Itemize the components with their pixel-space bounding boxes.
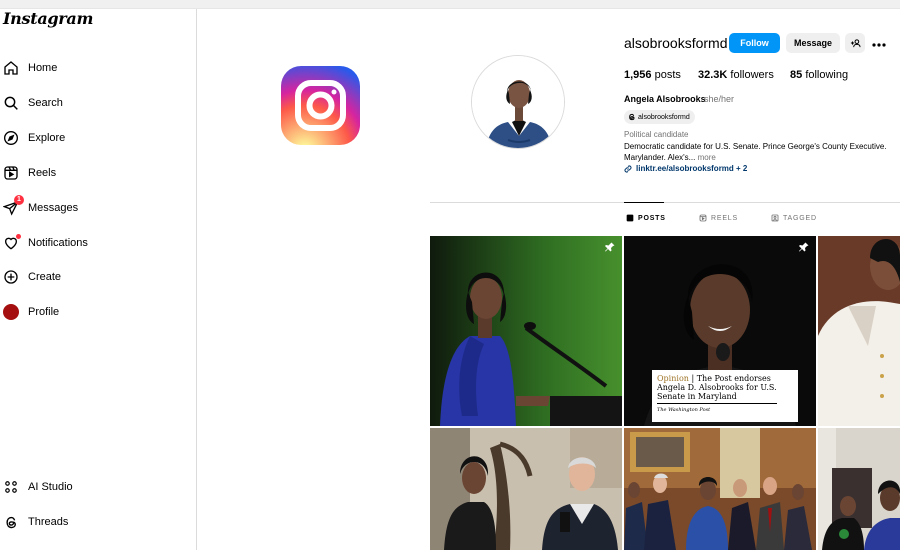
tab-reels[interactable]: REELS [699,214,738,222]
sidebar-item-label: Search [28,97,63,109]
sidebar-item-label: Profile [28,306,60,318]
home-icon [0,57,22,79]
sidebar-item-label: Create [28,271,62,283]
follow-button[interactable]: Follow [729,33,780,53]
active-tab-indicator [624,202,664,203]
sidebar-item-home[interactable]: Home [0,53,196,83]
followers-count[interactable]: 32.3K followers [698,69,774,81]
instagram-wordmark[interactable]: Instagram [3,9,93,28]
post-image [430,236,622,426]
sidebar-item-reels[interactable]: Reels [0,158,196,188]
post-image [430,428,622,550]
heart-icon [0,232,22,254]
tabs-divider [430,202,900,203]
posts-count: 1,956 posts [624,69,681,81]
caption-text: Angela D. Alsobrooks for U.S. [657,383,777,392]
menu-icon [0,544,22,550]
caption-source: The Washington Post [657,407,711,413]
post-tile[interactable]: Opinion | The Post endorses Angela D. Al… [624,236,816,426]
profile-pronouns: she/her [704,94,735,104]
tab-tagged[interactable]: TAGGED [771,214,817,222]
post-tile[interactable] [430,236,622,426]
tab-posts[interactable]: POSTS [626,214,666,222]
caption-text: Senate in Maryland [657,392,777,404]
threads-badge[interactable]: alsobrooksformd [624,110,695,124]
browser-top-strip [0,0,900,9]
add-user-icon [850,38,861,47]
post-tile[interactable] [430,428,622,550]
pinned-icon [605,242,615,252]
post-image [818,236,900,426]
sidebar-item-label: Messages [28,202,79,214]
sidebar-item-search[interactable]: Search [0,88,196,118]
search-icon [0,92,22,114]
message-button[interactable]: Message [786,33,840,53]
sidebar-item-label: Explore [28,132,66,144]
profile-link-text: linktr.ee/alsobrooksformd + 2 [636,164,748,173]
messages-badge: 1 [14,195,24,205]
post-tile[interactable] [818,236,900,426]
create-icon [0,266,22,288]
threads-icon [0,511,22,533]
pinned-icon [799,242,809,252]
threads-handle: alsobrooksformd [638,113,690,121]
tagged-icon [771,214,779,222]
more-icon [872,43,886,47]
sidebar-item-explore[interactable]: Explore [0,123,196,153]
post-caption-box: Opinion | The Post endorses Angela D. Al… [652,370,798,422]
sidebar-item-label: AI Studio [28,481,73,493]
profile-full-name: Angela Alsobrooks [624,94,706,104]
profile-photo[interactable] [471,55,565,149]
avatar [3,304,19,320]
caption-separator: | [691,374,695,383]
sidebar-item-threads[interactable]: Threads [0,507,196,537]
profile-link[interactable]: linktr.ee/alsobrooksformd + 2 [624,164,747,173]
bio-more-link[interactable]: more [698,153,716,162]
sidebar-item-label: Reels [28,167,57,179]
caption-opinion: Opinion [657,374,689,383]
sidebar-item-profile[interactable]: Profile [0,297,196,327]
sidebar-item-ai-studio[interactable]: AI Studio [0,472,196,502]
explore-icon [0,127,22,149]
post-tile[interactable] [818,428,900,550]
link-icon [624,165,632,172]
post-tile[interactable] [624,428,816,550]
sidebar-item-label: Threads [28,516,69,528]
sidebar: Instagram Home Search Explore Reels 1 Me… [0,9,197,550]
caption-text: The Post endorses [696,374,771,383]
bio-line: Marylander. Alex's... [624,153,696,162]
sidebar-item-more[interactable] [0,540,196,550]
post-image [818,428,900,550]
more-options-button[interactable] [872,35,886,51]
sidebar-item-label: Notifications [28,237,88,249]
sidebar-item-label: Home [28,62,58,74]
sidebar-item-messages[interactable]: 1 Messages [0,193,196,223]
profile-category: Political candidate [624,130,689,139]
notification-dot [16,234,21,239]
grid-icon [626,214,634,222]
messages-icon: 1 [0,195,24,219]
sidebar-item-create[interactable]: Create [0,262,196,292]
instagram-logo [281,66,360,145]
bio-line: Democratic candidate for U.S. Senate. Pr… [624,142,887,151]
post-image [624,428,816,550]
ai-studio-icon [0,476,22,498]
following-count[interactable]: 85 following [790,69,848,81]
reels-icon [0,162,22,184]
profile-bio: Democratic candidate for U.S. Senate. Pr… [624,141,900,163]
reels-icon [699,214,707,222]
suggested-accounts-button[interactable] [845,33,865,53]
profile-username: alsobrooksformd [624,35,728,51]
threads-icon [629,113,635,121]
sidebar-item-notifications[interactable]: Notifications [0,228,196,258]
